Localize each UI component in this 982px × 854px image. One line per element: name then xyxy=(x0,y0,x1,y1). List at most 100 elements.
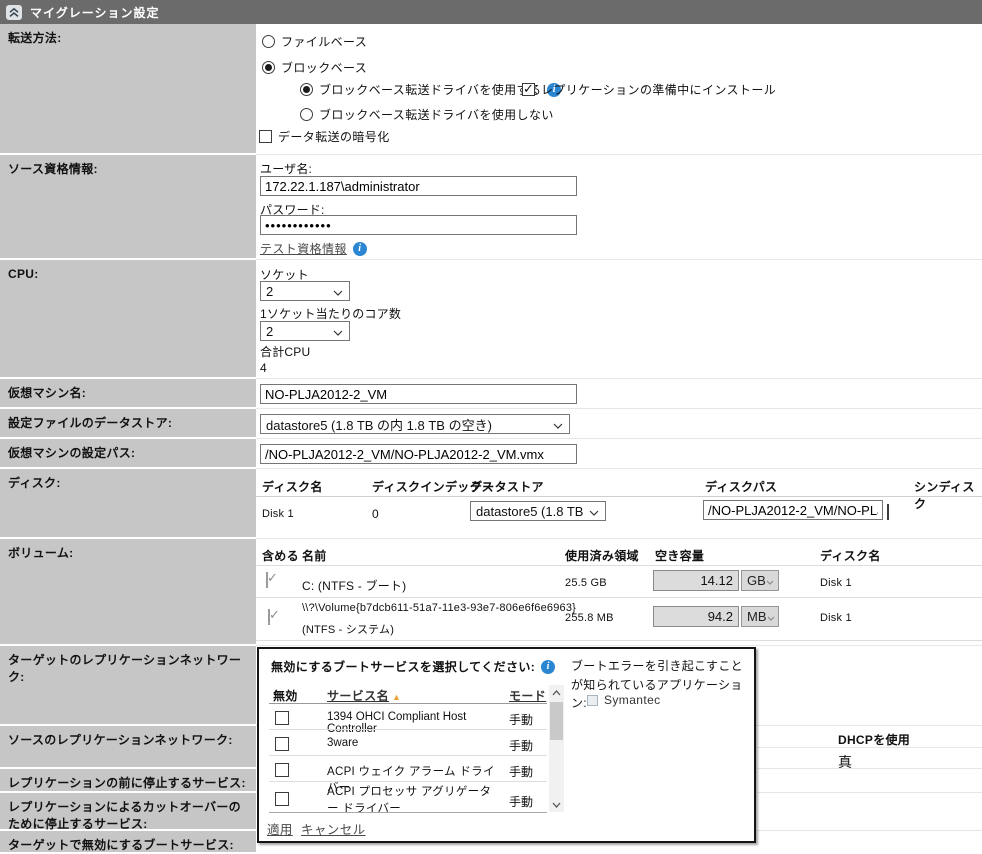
row-label-stop-for-cutover: レプリケーションによるカットオーバーのために停止するサービス: xyxy=(0,793,256,831)
popup-header-divider xyxy=(269,703,547,704)
popup-col-mode-sort[interactable]: モード xyxy=(509,687,546,704)
row-divider xyxy=(256,259,982,260)
checkbox-icon xyxy=(259,130,272,143)
scroll-up-button[interactable] xyxy=(549,685,564,700)
row-label-volumes: ボリューム: xyxy=(0,539,256,646)
password-input[interactable] xyxy=(260,215,577,235)
service-disable-checkbox[interactable] xyxy=(275,737,289,751)
service-disable-checkbox[interactable] xyxy=(275,711,289,725)
radio-icon xyxy=(300,108,313,121)
disk-col-thin: シンディスク xyxy=(914,478,982,512)
checkbox-install-during-prep[interactable]: レプリケーションの準備中にインストール xyxy=(522,81,776,98)
service-mode-cell: 手動 xyxy=(509,763,533,780)
double-chevron-up-icon xyxy=(8,7,20,18)
disk-col-name: ディスク名 xyxy=(262,478,323,495)
config-datastore-select[interactable]: datastore5 (1.8 TB の内 1.8 TB の空き) xyxy=(260,414,570,434)
radio-option-block-based[interactable]: ブロックベース xyxy=(262,59,367,76)
sockets-value: 2 xyxy=(266,284,273,299)
radio-icon xyxy=(262,61,275,74)
sockets-select[interactable]: 2 xyxy=(260,281,350,301)
disk-col-datastore: データストア xyxy=(470,478,544,495)
disk-table-header-divider xyxy=(256,496,982,497)
chevron-down-icon xyxy=(766,573,774,588)
radio-label: ブロックベース転送ドライバを使用する xyxy=(319,81,541,98)
volume-free-unit-value: MB xyxy=(747,609,767,624)
checkbox-label: データ転送の暗号化 xyxy=(278,128,390,145)
volume-col-disk: ディスク名 xyxy=(820,547,881,564)
disk-path-input[interactable] xyxy=(703,500,883,520)
thin-disk-checkbox[interactable] xyxy=(887,504,889,520)
service-row-divider xyxy=(269,781,547,782)
vm-config-path-input[interactable] xyxy=(260,444,577,464)
page-title: マイグレーション設定 xyxy=(30,4,160,21)
row-divider xyxy=(757,792,982,793)
volume-free-input: 94.2 xyxy=(653,606,739,627)
total-cpu-value: 4 xyxy=(260,361,267,375)
row-divider xyxy=(256,538,982,539)
service-name-cell: 1394 OHCI Compliant Host Controller xyxy=(327,711,505,735)
row-label-source-credentials: ソース資格情報: xyxy=(0,155,256,260)
scroll-down-button[interactable] xyxy=(549,797,564,812)
username-input[interactable] xyxy=(260,176,577,196)
service-disable-checkbox[interactable] xyxy=(275,792,289,806)
info-icon[interactable]: i xyxy=(353,242,367,256)
row-label-source-replication-network: ソースのレプリケーションネットワーク: xyxy=(0,726,256,769)
checkbox-encrypt-transfer[interactable]: データ転送の暗号化 xyxy=(259,128,390,145)
disk-col-path: ディスクパス xyxy=(705,478,777,495)
volume-table-header-divider xyxy=(256,565,982,566)
row-label-disks: ディスク: xyxy=(0,469,256,539)
app-symantec-checkbox: Symantec xyxy=(587,693,661,707)
volume-disk-cell: Disk 1 xyxy=(820,612,852,624)
chevron-up-icon xyxy=(552,690,561,696)
info-icon[interactable]: i xyxy=(541,660,555,674)
service-name-cell: 3ware xyxy=(327,737,505,749)
volume-used-cell: 25.5 GB xyxy=(565,577,607,589)
volume-row-divider xyxy=(256,597,982,598)
row-divider xyxy=(256,378,982,379)
services-scrollbar[interactable] xyxy=(549,685,564,812)
disk-datastore-select[interactable]: datastore5 (1.8 TB xyxy=(470,501,606,521)
service-disable-checkbox[interactable] xyxy=(275,763,289,777)
disk-index-cell: 0 xyxy=(372,507,379,521)
volume-name-cell: C: (NTFS - ブート) xyxy=(302,577,406,594)
volume-col-name: 名前 xyxy=(302,547,327,564)
volume-free-unit-value: GB xyxy=(747,573,766,588)
volume-row-divider xyxy=(256,640,982,641)
radio-label: ファイルベース xyxy=(281,33,367,50)
disk-name-cell: Disk 1 xyxy=(262,508,294,520)
row-label-transfer-method: 転送方法: xyxy=(0,24,256,155)
volume-col-free: 空き容量 xyxy=(655,547,704,564)
radio-label: ブロックベース転送ドライバを使用しない xyxy=(319,106,554,123)
section-header: マイグレーション設定 xyxy=(0,0,982,24)
vm-name-input[interactable] xyxy=(260,384,577,404)
migration-settings-page: マイグレーション設定 転送方法: ソース資格情報: CPU: 仮想マシン名: 設… xyxy=(0,0,982,852)
test-credentials-link[interactable]: テスト資格情報 xyxy=(260,240,347,257)
chevron-down-icon xyxy=(553,417,563,432)
popup-col-service-sort[interactable]: サービス名 xyxy=(327,689,389,703)
row-label-cpu: CPU: xyxy=(0,260,256,379)
volume-include-checkbox xyxy=(268,609,270,625)
cores-select[interactable]: 2 xyxy=(260,321,350,341)
radio-option-file-based[interactable]: ファイルベース xyxy=(262,33,367,50)
apply-link[interactable]: 適用 xyxy=(267,819,293,838)
service-table-bottom-divider xyxy=(269,812,547,813)
collapse-section-button[interactable] xyxy=(6,5,22,20)
cancel-link[interactable]: キャンセル xyxy=(301,819,366,838)
row-divider xyxy=(256,645,982,646)
service-mode-cell: 手動 xyxy=(509,737,533,754)
popup-title: 無効にするブートサービスを選択してください: xyxy=(271,658,535,675)
chevron-down-icon xyxy=(767,609,775,624)
scrollbar-thumb[interactable] xyxy=(550,702,563,740)
chevron-down-icon xyxy=(333,324,343,339)
row-label-vm-name: 仮想マシン名: xyxy=(0,379,256,409)
chevron-down-icon xyxy=(333,284,343,299)
row-divider xyxy=(757,830,982,831)
checkbox-icon xyxy=(522,83,535,96)
dhcp-value-cell: 真 xyxy=(838,752,852,772)
radio-icon xyxy=(300,83,313,96)
volume-used-cell: 255.8 MB xyxy=(565,612,614,624)
radio-option-no-block-driver[interactable]: ブロックベース転送ドライバを使用しない xyxy=(300,106,554,123)
row-label-stop-before-replication: レプリケーションの前に停止するサービス: xyxy=(0,769,256,793)
total-cpu-label: 合計CPU xyxy=(260,343,310,360)
row-label-config-datastore: 設定ファイルのデータストア: xyxy=(0,409,256,439)
